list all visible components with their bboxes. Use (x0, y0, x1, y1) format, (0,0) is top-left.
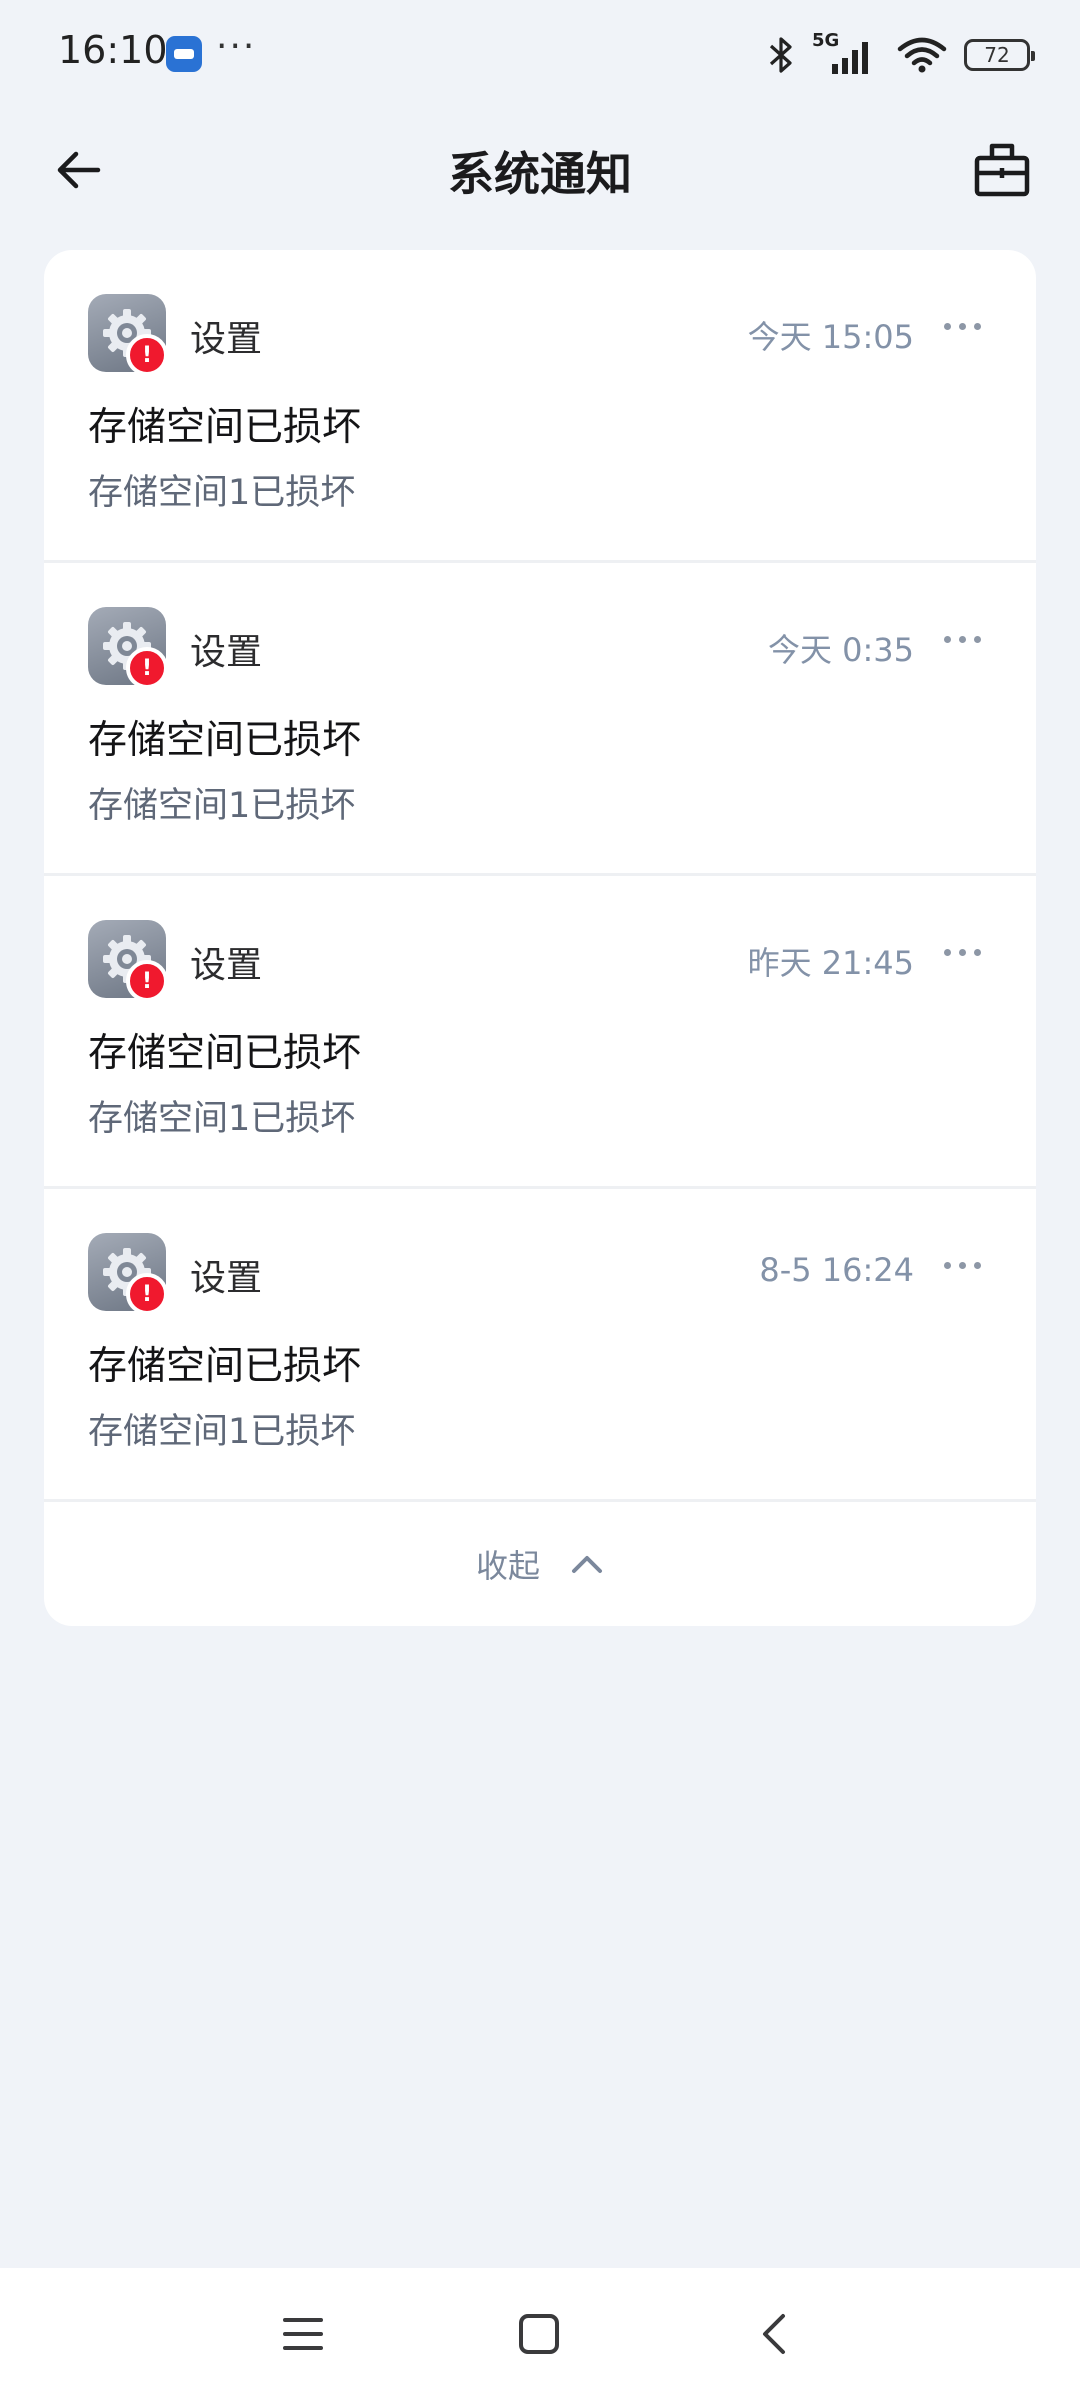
notification-item[interactable]: ! 设置 昨天 21:45 存储空间已损坏 存储空间1已损坏 (44, 876, 1036, 1189)
status-time: 16:10 (58, 28, 168, 72)
status-bar: 16:10 ··· 5G 72 (0, 0, 1080, 110)
more-options-button[interactable] (932, 1243, 992, 1287)
navigation-bar (0, 2268, 1080, 2400)
chevron-up-icon (572, 1556, 602, 1573)
notification-body: 存储空间1已损坏 (88, 786, 356, 826)
notification-title: 存储空间已损坏 (88, 1344, 362, 1389)
app-name: 设置 (190, 945, 263, 986)
home-button[interactable] (503, 2298, 575, 2370)
collapse-button[interactable]: 收起 (44, 1502, 1036, 1626)
app-name: 设置 (190, 1258, 263, 1299)
notification-item[interactable]: ! 设置 今天 15:05 存储空间已损坏 存储空间1已损坏 (44, 250, 1036, 563)
menu-icon (283, 2318, 323, 2350)
notification-body: 存储空间1已损坏 (88, 1099, 356, 1139)
more-options-button[interactable] (932, 617, 992, 661)
signal-icon: 5G (812, 30, 880, 76)
wifi-icon (897, 37, 947, 73)
status-indicators: 5G 72 (766, 30, 1035, 80)
error-badge-icon: ! (126, 1273, 168, 1315)
more-options-button[interactable] (932, 304, 992, 348)
app-notification-icon (166, 36, 202, 72)
toolbox-button[interactable] (964, 132, 1040, 208)
page-title: 系统通知 (448, 147, 632, 201)
collapse-label: 收起 (475, 1547, 540, 1585)
header: 系统通知 (0, 110, 1080, 230)
recent-apps-button[interactable] (267, 2298, 339, 2370)
app-name: 设置 (190, 632, 263, 673)
error-badge-icon: ! (126, 647, 168, 689)
battery-level: 72 (984, 43, 1010, 67)
notification-time: 昨天 21:45 (747, 944, 914, 982)
error-badge-icon: ! (126, 960, 168, 1002)
notification-time: 今天 15:05 (747, 318, 914, 356)
battery-icon: 72 (964, 39, 1035, 71)
notification-title: 存储空间已损坏 (88, 718, 362, 763)
system-back-button[interactable] (739, 2298, 811, 2370)
notification-body: 存储空间1已损坏 (88, 473, 356, 513)
notification-item[interactable]: ! 设置 今天 0:35 存储空间已损坏 存储空间1已损坏 (44, 563, 1036, 876)
notification-title: 存储空间已损坏 (88, 405, 362, 450)
notification-time: 8-5 16:24 (759, 1251, 914, 1289)
notification-body: 存储空间1已损坏 (88, 1412, 356, 1452)
app-name: 设置 (190, 319, 263, 360)
more-icon: ··· (216, 26, 257, 67)
error-badge-icon: ! (126, 334, 168, 376)
screen: 16:10 ··· 5G 72 系统通知 ! 设置 今天 15:05 存储空间已… (0, 0, 1080, 2400)
notification-item[interactable]: ! 设置 8-5 16:24 存储空间已损坏 存储空间1已损坏 (44, 1189, 1036, 1502)
bluetooth-icon (769, 37, 792, 73)
toolbox-icon (974, 143, 1030, 197)
notification-card: ! 设置 今天 15:05 存储空间已损坏 存储空间1已损坏 ! 设置 今天 0… (44, 250, 1036, 1626)
back-icon (763, 2314, 785, 2354)
notification-time: 今天 0:35 (767, 631, 914, 669)
more-options-button[interactable] (932, 930, 992, 974)
home-icon (519, 2314, 559, 2354)
notification-title: 存储空间已损坏 (88, 1031, 362, 1076)
